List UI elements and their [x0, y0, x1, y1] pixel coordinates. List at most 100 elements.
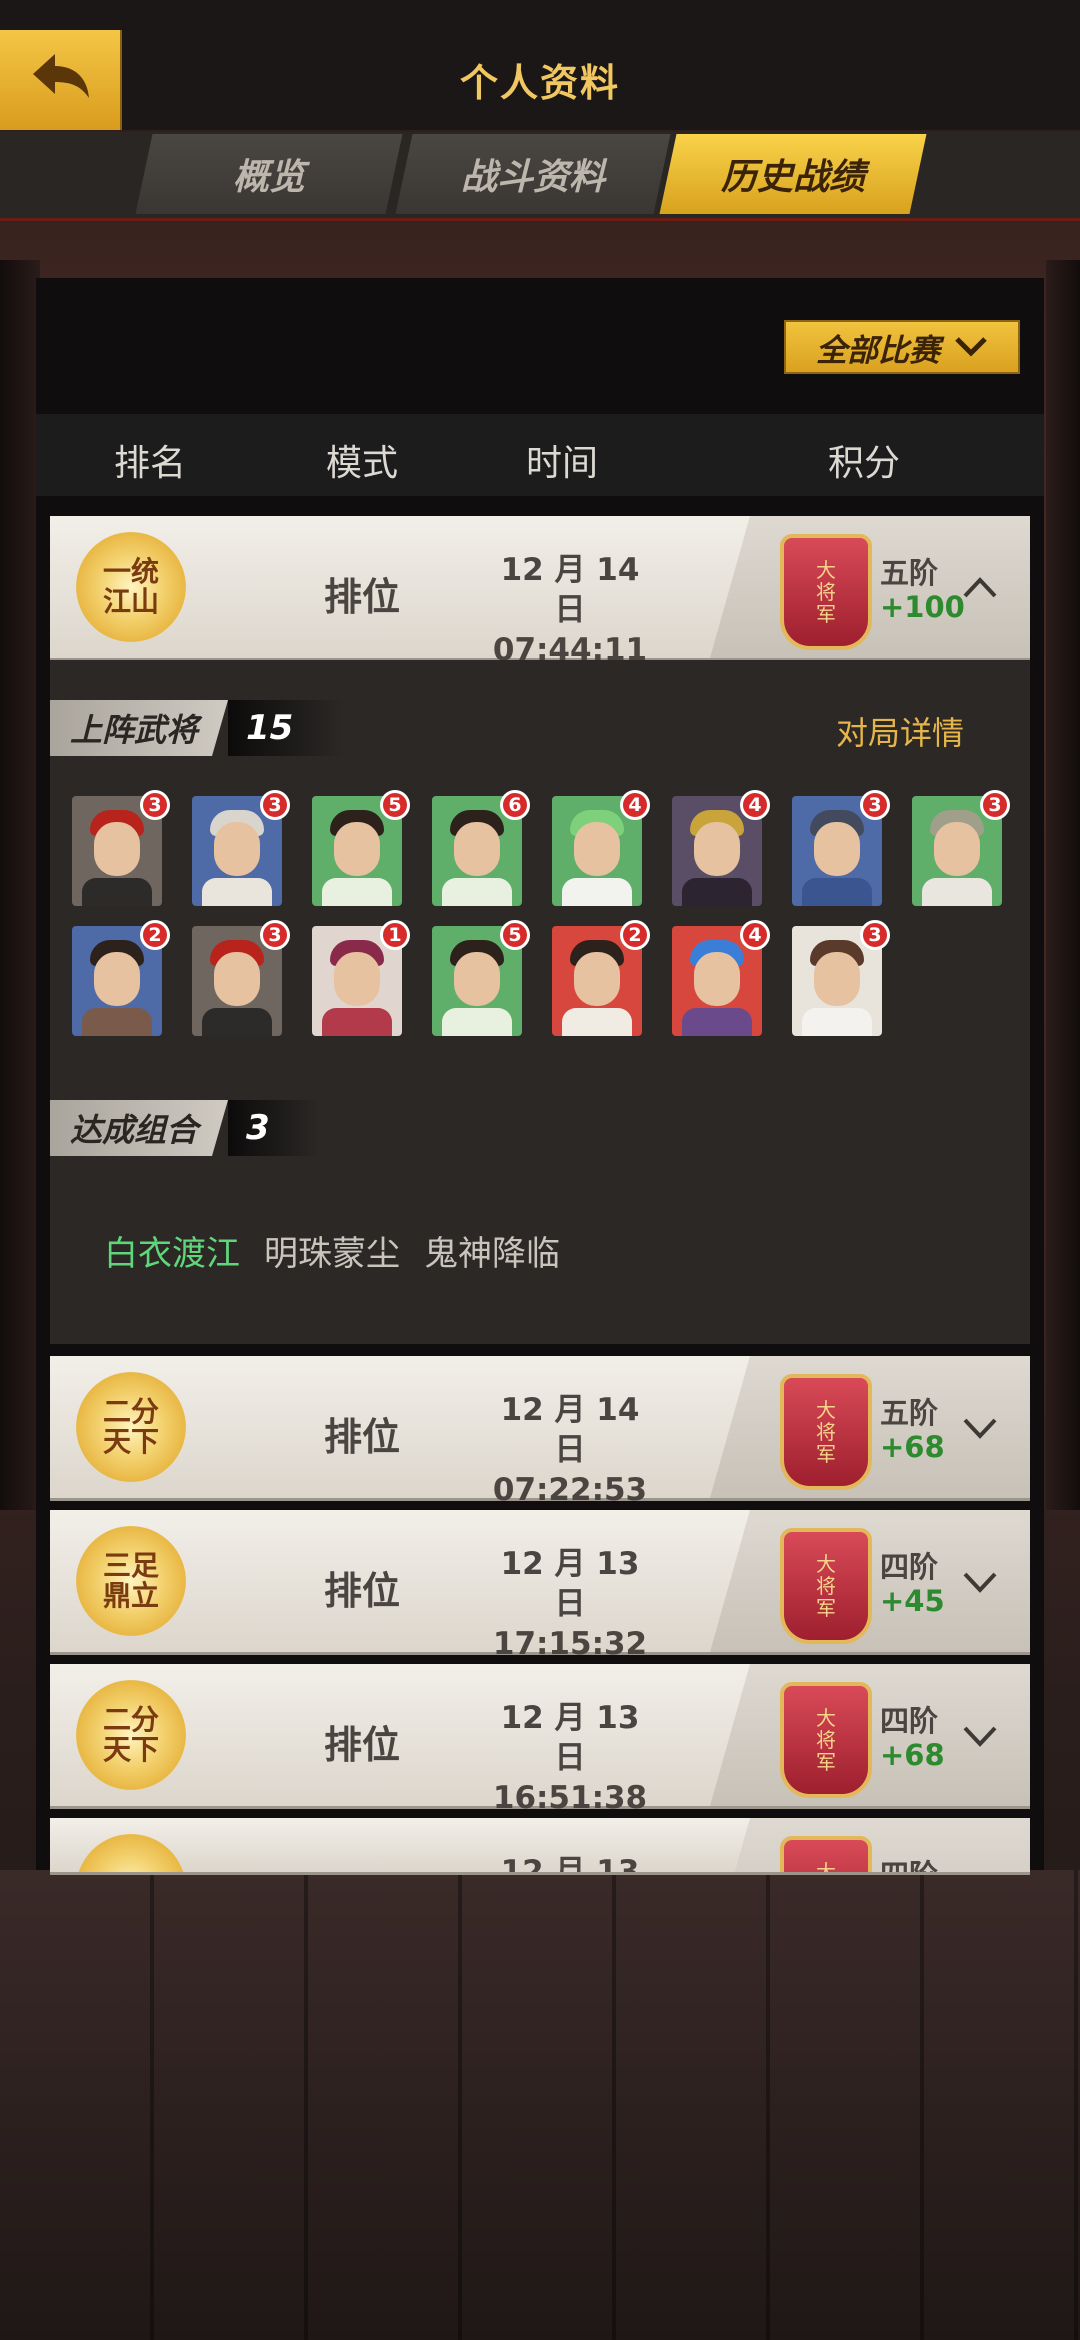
lineup-header: 上阵武将 15	[50, 700, 344, 756]
hero-level-badge: 1	[380, 920, 410, 950]
record-datetime: 12 月 13 日	[480, 1852, 660, 1872]
record-datetime: 12 月 14 日 07:44:11	[480, 550, 660, 670]
hero-face	[454, 952, 500, 1006]
lineup-count: 15	[228, 700, 344, 756]
hero-face	[334, 952, 380, 1006]
column-mode: 模式	[326, 443, 399, 484]
hero-portrait[interactable]: 3	[912, 790, 1010, 906]
record-date: 12 月 13 日	[500, 1546, 640, 1622]
hero-level-badge: 3	[140, 790, 170, 820]
hero-body	[682, 1008, 752, 1036]
hero-level-badge: 4	[740, 790, 770, 820]
hero-portrait[interactable]: 3	[72, 790, 170, 906]
rank-seal-icon: 二分天下	[76, 1680, 186, 1790]
rank-badge-icon: 大将军	[780, 1836, 872, 1872]
record-tier: 四阶	[880, 1852, 938, 1872]
record-datetime: 12 月 13 日 17:15:32	[480, 1544, 660, 1664]
hero-portrait[interactable]: 3	[792, 790, 890, 906]
hero-portrait[interactable]: 4	[672, 790, 770, 906]
record-datetime: 12 月 14 日 07:22:53	[480, 1390, 660, 1510]
hero-portrait[interactable]: 5	[312, 790, 410, 906]
record-score: +45	[880, 1584, 945, 1618]
column-score: 积分	[828, 443, 901, 484]
rank-badge-icon: 大将军	[780, 1374, 872, 1490]
hero-portrait[interactable]: 3	[192, 790, 290, 906]
match-filter-dropdown[interactable]: 全部比赛	[784, 320, 1020, 374]
hero-face	[934, 822, 980, 876]
hero-portrait[interactable]: 4	[672, 920, 770, 1036]
record-row[interactable]: 二分 12 月 13 日 大将军 四阶	[50, 1818, 1030, 1872]
hero-body	[442, 878, 512, 906]
record-tier: 四阶	[880, 1550, 939, 1584]
chevron-down-icon[interactable]	[962, 1568, 998, 1594]
record-date: 12 月 13 日	[500, 1700, 640, 1776]
hero-level-badge: 6	[500, 790, 530, 820]
hero-face	[814, 952, 860, 1006]
rank-seal-text: 一统江山	[102, 555, 159, 618]
record-tier: 四阶	[880, 1704, 939, 1738]
rank-badge-text: 大将军	[816, 1706, 836, 1774]
record-row[interactable]: 二分天下 排位 12 月 14 日 07:22:53 大将军 五阶 +68	[50, 1356, 1030, 1508]
rank-seal-icon: 二分	[76, 1834, 186, 1872]
hero-portrait[interactable]: 6	[432, 790, 530, 906]
record-row[interactable]: 二分天下 排位 12 月 13 日 16:51:38 大将军 四阶 +68	[50, 1664, 1030, 1816]
chevron-down-icon[interactable]	[962, 1414, 998, 1440]
chevron-down-icon[interactable]	[962, 1722, 998, 1748]
left-pillar	[0, 260, 40, 1510]
hero-level-badge: 3	[860, 920, 890, 950]
tab-history[interactable]: 历史战绩	[659, 134, 927, 214]
hero-portrait[interactable]: 4	[552, 790, 650, 906]
combo-item[interactable]: 白衣渡江	[104, 1226, 240, 1275]
tab-battle-data-label: 战斗资料	[460, 157, 605, 198]
tab-battle-data[interactable]: 战斗资料	[395, 134, 671, 214]
combo-label: 达成组合	[50, 1100, 228, 1156]
record-mode: 排位	[324, 575, 401, 619]
hero-body	[322, 878, 392, 906]
tab-bar: 概览 战斗资料 历史战绩	[0, 132, 1080, 221]
hero-level-badge: 3	[860, 790, 890, 820]
combo-header: 达成组合 3	[50, 1100, 320, 1156]
rank-seal-text: 二分天下	[102, 1703, 159, 1766]
hero-body	[802, 878, 872, 906]
record-time: 17:15:32	[492, 1626, 648, 1662]
hero-portrait[interactable]: 3	[192, 920, 290, 1036]
rank-badge-text: 大将军	[816, 1398, 836, 1466]
tab-overview[interactable]: 概览	[135, 134, 403, 214]
hero-face	[94, 822, 140, 876]
rank-badge-text: 大将军	[816, 1860, 836, 1872]
hero-body	[202, 1008, 272, 1036]
hero-body	[322, 1008, 392, 1036]
hero-body	[202, 878, 272, 906]
record-row[interactable]: 三足鼎立 排位 12 月 13 日 17:15:32 大将军 四阶 +45	[50, 1510, 1030, 1662]
hero-level-badge: 3	[980, 790, 1010, 820]
column-header: 排名 模式 时间 积分	[36, 414, 1044, 496]
combo-item[interactable]: 鬼神降临	[424, 1226, 560, 1275]
hero-portrait[interactable]: 5	[432, 920, 530, 1036]
right-pillar	[1046, 260, 1080, 1510]
hero-portrait[interactable]: 2	[72, 920, 170, 1036]
record-row[interactable]: 一统江山 排位 12 月 14 日 07:44:11 大将军 五阶 +100	[50, 516, 1030, 668]
hero-portrait[interactable]: 1	[312, 920, 410, 1036]
tab-overview-label: 概览	[232, 157, 305, 198]
rank-seal-text: 二分天下	[102, 1395, 159, 1458]
hero-level-badge: 2	[140, 920, 170, 950]
chevron-down-icon	[955, 337, 987, 357]
record-tier: 五阶	[880, 556, 939, 590]
chevron-up-icon[interactable]	[962, 574, 998, 600]
hero-body	[82, 1008, 152, 1036]
hero-body	[802, 1008, 872, 1036]
hero-portrait[interactable]: 2	[552, 920, 650, 1036]
hero-face	[214, 952, 260, 1006]
hero-face	[694, 952, 740, 1006]
match-detail-link[interactable]: 对局详情	[836, 708, 964, 754]
record-mode: 排位	[324, 1569, 401, 1613]
hero-body	[562, 878, 632, 906]
hero-level-badge: 4	[740, 920, 770, 950]
hero-body	[562, 1008, 632, 1036]
hero-level-badge: 2	[620, 920, 650, 950]
record-score: +68	[880, 1738, 945, 1772]
combo-item[interactable]: 明珠蒙尘	[264, 1226, 400, 1275]
column-time: 时间	[526, 443, 599, 484]
hero-face	[334, 822, 380, 876]
hero-portrait[interactable]: 3	[792, 920, 890, 1036]
